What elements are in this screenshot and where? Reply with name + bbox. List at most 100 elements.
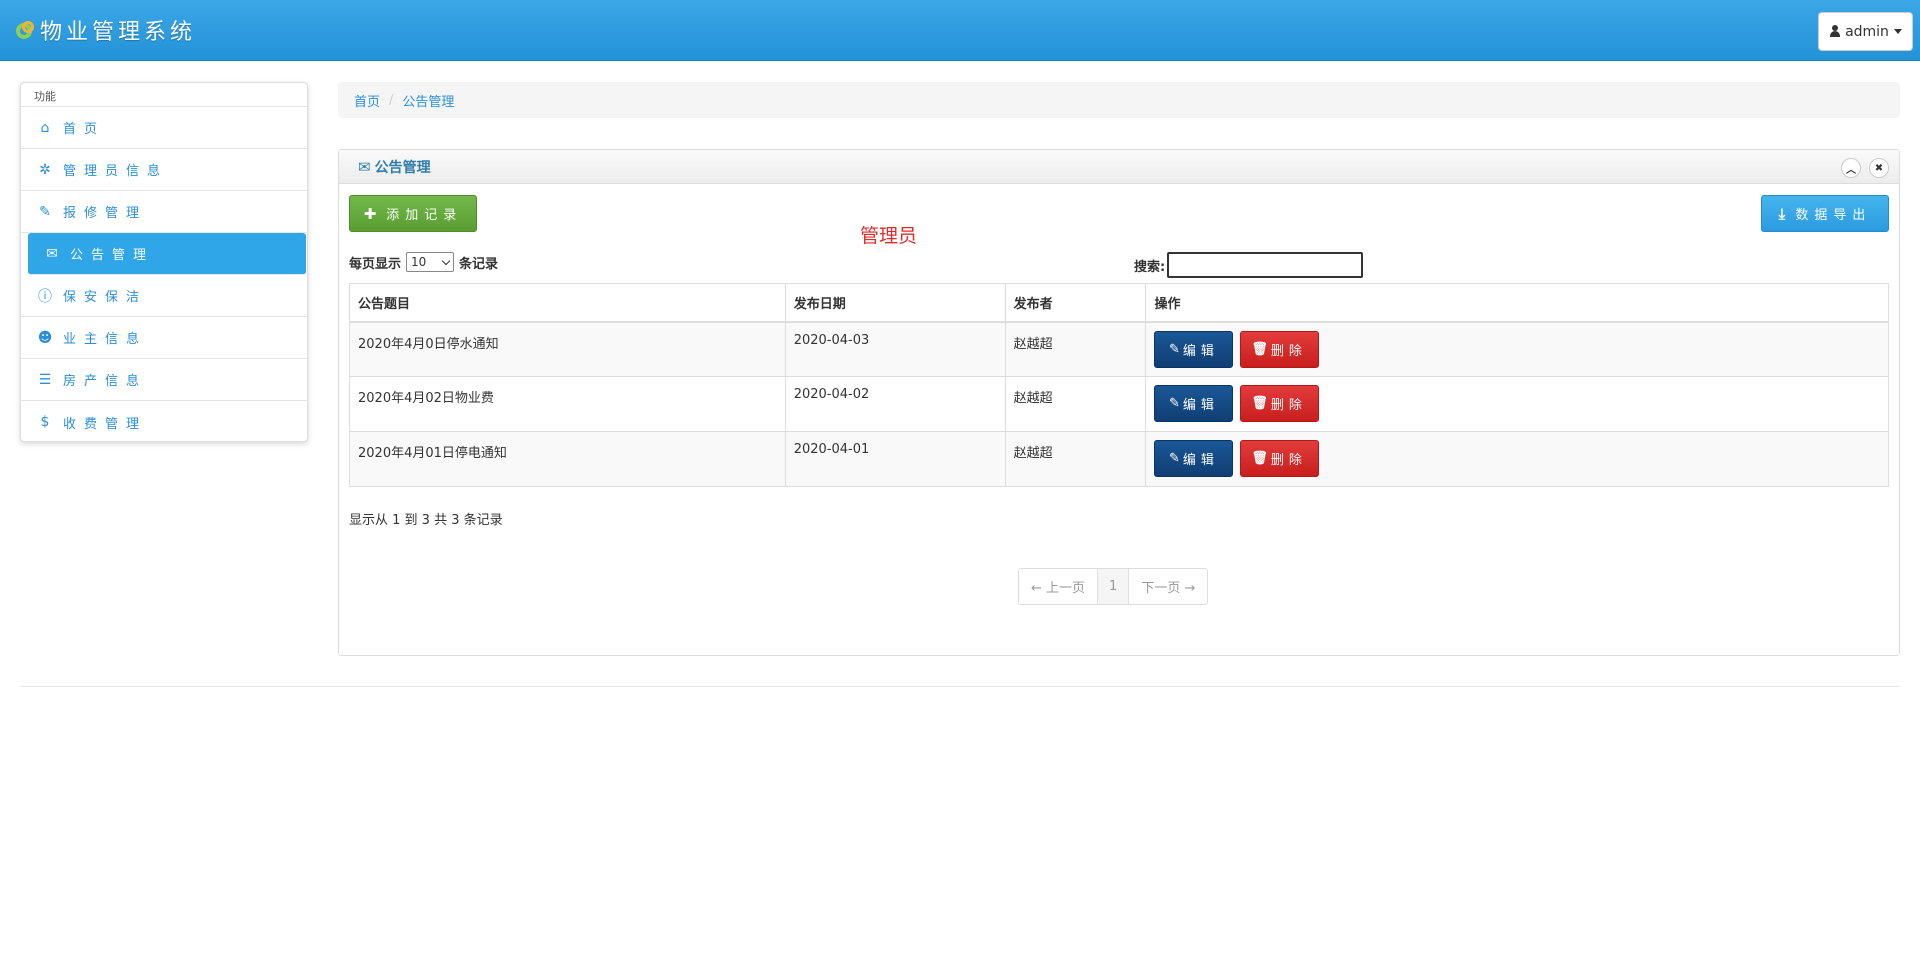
user-name: admin xyxy=(1845,23,1889,40)
page-length-suffix: 条记录 xyxy=(459,256,499,272)
user-icon: ☻ xyxy=(37,329,53,346)
sidebar-item-label: 公告管理 xyxy=(70,248,155,263)
sidebar-item-property[interactable]: ☰ 房产信息 xyxy=(21,359,307,401)
envelope-icon: ✉ xyxy=(358,157,371,176)
envelope-icon: ✉ xyxy=(46,245,58,262)
sidebar: 功能 ⌂ 首页 ✲ 管理员信息 ✎ 报修管理 ✉ 公告管理 ⓘ 保安保洁 ☻ 业… xyxy=(20,82,308,442)
trash-icon: 🗑 xyxy=(1251,341,1268,357)
cell-actions: ✎ 编辑 🗑 删除 xyxy=(1145,376,1889,432)
announcements-table: 公告题目 发布日期 发布者 操作 2020年4月0日停水通知 2020-04-0… xyxy=(349,283,1889,487)
page-length-value: 10 xyxy=(411,255,427,269)
cell-author: 赵越超 xyxy=(1004,376,1147,432)
table-header-row: 公告题目 发布日期 发布者 操作 xyxy=(349,283,1889,323)
cell-title: 2020年4月01日停电通知 xyxy=(349,431,786,487)
app-title: 物业管理系统 xyxy=(40,20,197,45)
edit-icon: ✎ xyxy=(1169,396,1180,411)
cell-title: 2020年4月02日物业费 xyxy=(349,376,786,432)
column-header-author[interactable]: 发布者 xyxy=(1004,283,1147,323)
panel-tools: ︿ ✖ xyxy=(1841,158,1889,178)
edit-label: 编辑 xyxy=(1182,453,1219,468)
search-label: 搜索: xyxy=(1134,259,1166,275)
delete-label: 删除 xyxy=(1270,398,1307,413)
edit-button[interactable]: ✎ 编辑 xyxy=(1154,330,1234,368)
breadcrumb: 首页 / 公告管理 xyxy=(338,82,1900,118)
trash-icon: 🗑 xyxy=(1251,396,1268,411)
close-icon[interactable]: ✖ xyxy=(1869,158,1889,178)
edit-button[interactable]: ✎ 编辑 xyxy=(1154,440,1234,477)
cell-author: 赵越超 xyxy=(1004,431,1147,487)
sidebar-item-label: 报修管理 xyxy=(63,206,148,221)
page-length-select[interactable]: 10 xyxy=(406,252,455,272)
delete-button[interactable]: 🗑 删除 xyxy=(1239,330,1319,368)
export-data-label: 数据导出 xyxy=(1795,208,1872,223)
cell-author: 赵越超 xyxy=(1004,321,1147,377)
caret-down-icon xyxy=(1893,29,1902,34)
table-info: 显示从 1 到 3 共 3 条记录 xyxy=(349,513,503,528)
collapse-icon[interactable]: ︿ xyxy=(1841,158,1861,178)
pagination: ← 上一页 1 下一页 → xyxy=(1018,568,1209,605)
top-navbar: 物业管理系统 admin xyxy=(0,0,1920,61)
sidebar-item-label: 房产信息 xyxy=(63,374,148,389)
brand[interactable]: 物业管理系统 xyxy=(14,14,196,46)
sidebar-heading: 功能 xyxy=(21,83,307,107)
edit-icon: ✎ xyxy=(1169,451,1180,466)
sidebar-item-fees[interactable]: $ 收费管理 xyxy=(21,401,307,443)
trash-icon: 🗑 xyxy=(1251,451,1268,466)
download-icon: ⤓ xyxy=(1778,204,1786,223)
plus-icon: ✚ xyxy=(363,204,377,223)
page-length-control: 每页显示 10 条记录 xyxy=(349,252,498,272)
delete-label: 删除 xyxy=(1270,453,1307,468)
page-length-prefix: 每页显示 xyxy=(349,256,402,272)
info-icon: ⓘ xyxy=(38,288,52,305)
home-icon: ⌂ xyxy=(40,119,50,136)
breadcrumb-current[interactable]: 公告管理 xyxy=(402,91,454,110)
sidebar-item-security[interactable]: ⓘ 保安保洁 xyxy=(21,275,307,317)
delete-label: 删除 xyxy=(1270,343,1307,359)
column-header-date[interactable]: 发布日期 xyxy=(784,283,1006,323)
chevron-down-icon xyxy=(441,256,451,265)
cell-title: 2020年4月0日停水通知 xyxy=(349,321,786,377)
edit-label: 编辑 xyxy=(1182,398,1219,413)
sidebar-item-label: 首页 xyxy=(63,122,106,137)
delete-button[interactable]: 🗑 删除 xyxy=(1239,385,1319,422)
panel-title: 公告管理 xyxy=(374,159,431,176)
user-menu-button[interactable]: admin xyxy=(1818,12,1913,51)
cell-actions: ✎ 编辑 🗑 删除 xyxy=(1145,431,1889,487)
search-input[interactable] xyxy=(1167,252,1364,278)
sidebar-item-repair[interactable]: ✎ 报修管理 xyxy=(21,191,307,233)
delete-button[interactable]: 🗑 删除 xyxy=(1239,440,1319,477)
sidebar-item-label: 管理员信息 xyxy=(63,164,169,179)
list-icon: ☰ xyxy=(38,371,52,388)
user-icon xyxy=(1829,25,1841,38)
column-header-title[interactable]: 公告题目 xyxy=(349,283,786,323)
breadcrumb-separator: / xyxy=(389,92,394,108)
dollar-icon: $ xyxy=(40,414,50,430)
cell-date: 2020-04-01 xyxy=(784,431,1006,487)
footer-divider xyxy=(20,686,1900,687)
sidebar-item-owners[interactable]: ☻ 业主信息 xyxy=(21,317,307,359)
sidebar-item-label: 收费管理 xyxy=(63,416,148,432)
prev-page-button[interactable]: ← 上一页 xyxy=(1019,569,1099,604)
breadcrumb-home[interactable]: 首页 xyxy=(354,91,380,110)
cell-date: 2020-04-03 xyxy=(784,321,1006,377)
add-record-button[interactable]: ✚ 添加记录 xyxy=(349,195,477,232)
current-page-button[interactable]: 1 xyxy=(1098,569,1130,604)
search-control: 搜索: xyxy=(1134,252,1364,278)
cell-date: 2020-04-02 xyxy=(784,376,1006,432)
column-header-actions: 操作 xyxy=(1145,283,1889,323)
role-label: 管理员 xyxy=(860,225,918,247)
cell-actions: ✎ 编辑 🗑 删除 xyxy=(1145,321,1889,377)
sidebar-item-home[interactable]: ⌂ 首页 xyxy=(21,107,307,149)
add-record-label: 添加记录 xyxy=(386,208,463,223)
export-data-button[interactable]: ⤓ 数据导出 xyxy=(1761,195,1889,232)
edit-button[interactable]: ✎ 编辑 xyxy=(1154,385,1234,422)
sidebar-item-announcements[interactable]: ✉ 公告管理 xyxy=(28,233,306,275)
table-row: 2020年4月0日停水通知 2020-04-03 赵越超 ✎ 编辑 🗑 删除 xyxy=(349,321,1889,377)
next-page-button[interactable]: 下一页 → xyxy=(1129,569,1207,604)
sidebar-item-label: 保安保洁 xyxy=(63,290,148,305)
sidebar-item-admin-info[interactable]: ✲ 管理员信息 xyxy=(21,149,307,191)
table-row: 2020年4月01日停电通知 2020-04-01 赵越超 ✎ 编辑 🗑 删除 xyxy=(349,431,1889,487)
gear-icon: ✲ xyxy=(39,161,51,178)
panel-header: ✉ 公告管理 ︿ ✖ xyxy=(339,150,1899,184)
logo-icon xyxy=(14,19,36,41)
